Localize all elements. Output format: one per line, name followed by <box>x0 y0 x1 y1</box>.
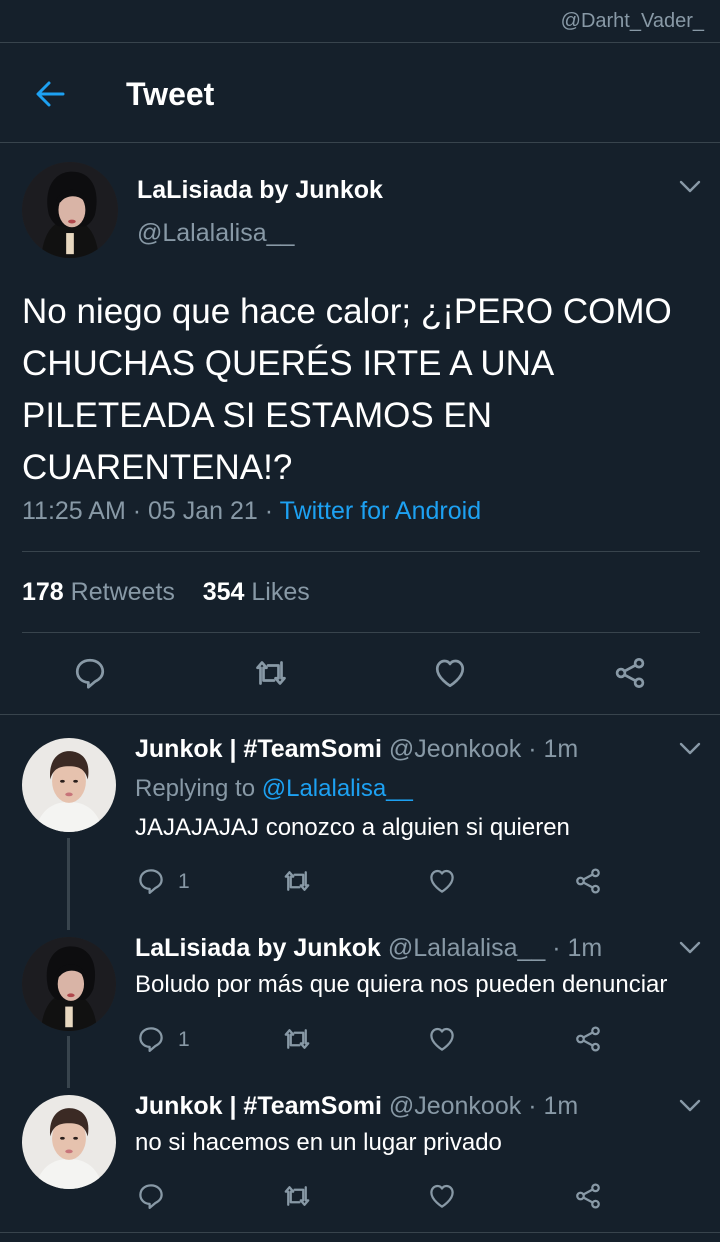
tweet-date: 05 Jan 21 <box>148 497 258 525</box>
chevron-down-icon[interactable] <box>679 742 701 756</box>
author-handle[interactable]: @Jeonkook <box>389 1092 521 1120</box>
avatar[interactable] <box>22 738 116 832</box>
retweet-icon[interactable] <box>253 655 289 691</box>
avatar[interactable] <box>22 1095 116 1189</box>
tweet-time: 1m <box>543 735 579 763</box>
share-icon[interactable] <box>573 866 603 896</box>
retweet-icon[interactable] <box>282 1181 312 1211</box>
divider <box>22 632 700 633</box>
reply-text: JAJAJAJAJ conozco a alguien si quieren <box>135 814 570 841</box>
tweet-time: 11:25 AM <box>22 497 126 525</box>
likes-count[interactable]: 354 <box>203 578 245 606</box>
avatar[interactable] <box>22 937 116 1031</box>
tweet-text: No niego que hace calor; ¿¡PERO COMO CHU… <box>22 292 672 487</box>
divider <box>22 551 700 552</box>
author-name[interactable]: Junkok | #TeamSomi <box>135 1092 382 1120</box>
author-name[interactable]: Junkok | #TeamSomi <box>135 735 382 763</box>
retweet-icon[interactable] <box>282 866 312 896</box>
tweet-time: 1m <box>543 1092 579 1120</box>
divider <box>0 1232 720 1233</box>
replying-to: Replying to @Lalalalisa__ <box>135 775 413 803</box>
page-title: Tweet <box>126 76 215 112</box>
separator: · <box>552 934 561 962</box>
reply-header: Junkok | #TeamSomi @Jeonkook · 1m <box>135 1092 578 1121</box>
avatar[interactable] <box>22 162 118 258</box>
author-handle[interactable]: @Lalalalisa__ <box>137 219 294 248</box>
separator: · <box>528 1092 537 1120</box>
separator: · <box>264 497 280 525</box>
divider <box>0 714 720 715</box>
likes-label[interactable]: Likes <box>251 578 309 606</box>
replying-to-link[interactable]: @Lalalalisa__ <box>262 775 413 802</box>
retweets-label[interactable]: Retweets <box>71 578 175 606</box>
thread-line <box>67 838 70 930</box>
share-icon[interactable] <box>573 1024 603 1054</box>
retweet-icon[interactable] <box>282 1024 312 1054</box>
retweets-count[interactable]: 178 <box>22 578 64 606</box>
reply-header: Junkok | #TeamSomi @Jeonkook · 1m <box>135 735 578 764</box>
tweet-stats: 178 Retweets 354 Likes <box>22 578 310 607</box>
reply-icon[interactable] <box>72 655 108 691</box>
separator: · <box>132 497 149 525</box>
reply-count: 1 <box>178 870 190 893</box>
reply-text: no si hacemos en un lugar privado <box>135 1129 502 1156</box>
reply-count: 1 <box>178 1028 190 1051</box>
reply-icon[interactable] <box>136 866 166 896</box>
reply-icon[interactable] <box>136 1181 166 1211</box>
replying-label: Replying to <box>135 775 256 802</box>
reply-header: LaLisiada by Junkok @Lalalalisa__ · 1m <box>135 934 602 963</box>
reply-text: Boludo por más que quiera nos pueden den… <box>135 971 668 998</box>
like-icon[interactable] <box>432 655 468 691</box>
share-icon[interactable] <box>573 1181 603 1211</box>
author-handle[interactable]: @Lalalalisa__ <box>388 934 545 962</box>
chevron-down-icon[interactable] <box>679 180 701 194</box>
author-handle[interactable]: @Jeonkook <box>389 735 521 763</box>
reply-icon[interactable] <box>136 1024 166 1054</box>
share-icon[interactable] <box>612 655 648 691</box>
tweet-time: 1m <box>567 934 603 962</box>
tweet-meta: 11:25 AM · 05 Jan 21 · Twitter for Andro… <box>22 497 481 526</box>
divider <box>0 142 720 143</box>
author-name[interactable]: LaLisiada by Junkok <box>137 176 383 205</box>
watermark-handle: @Darht_Vader_ <box>560 10 704 32</box>
separator: · <box>528 735 537 763</box>
back-arrow-icon[interactable] <box>32 78 68 110</box>
like-icon[interactable] <box>427 1024 457 1054</box>
like-icon[interactable] <box>427 866 457 896</box>
chevron-down-icon[interactable] <box>679 1099 701 1113</box>
like-icon[interactable] <box>427 1181 457 1211</box>
thread-line <box>67 1036 70 1088</box>
author-name[interactable]: LaLisiada by Junkok <box>135 934 381 962</box>
chevron-down-icon[interactable] <box>679 941 701 955</box>
divider <box>0 42 720 43</box>
tweet-source-link[interactable]: Twitter for Android <box>280 497 481 525</box>
